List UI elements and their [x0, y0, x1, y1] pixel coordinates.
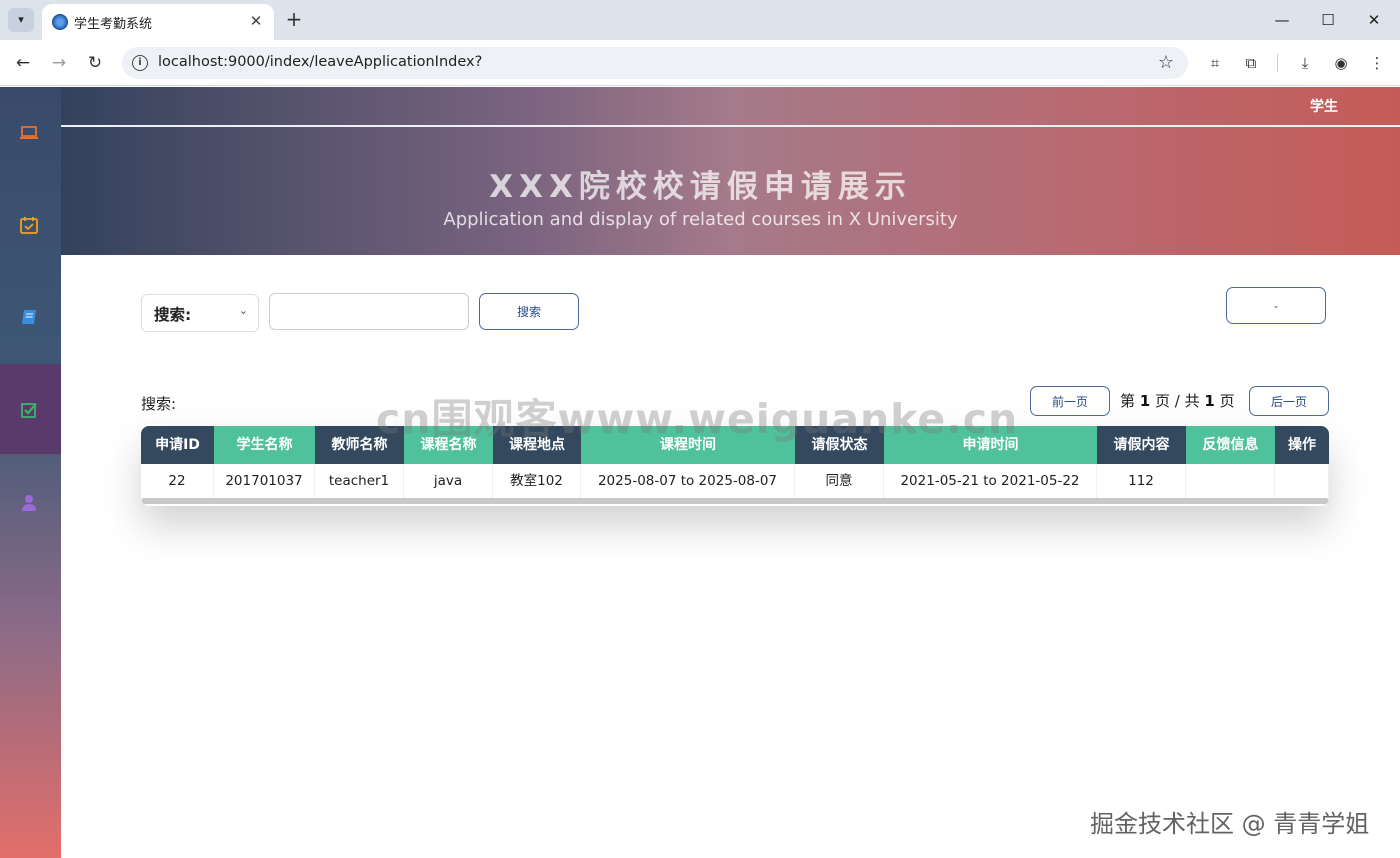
- browser-tab[interactable]: 学生考勤系统 ✕: [42, 4, 274, 40]
- calendar-check-icon: [20, 217, 38, 234]
- column-header: 请假状态: [795, 426, 884, 464]
- site-info-icon[interactable]: i: [132, 55, 148, 71]
- browser-toolbar: ← → ↻ i localhost:9000/index/leaveApplic…: [0, 40, 1400, 86]
- page-subtitle: Application and display of related cours…: [443, 209, 958, 230]
- reload-icon[interactable]: ↻: [82, 50, 108, 76]
- column-header: 教师名称: [315, 426, 404, 464]
- search-button[interactable]: 搜索: [479, 293, 579, 330]
- minimize-window-icon[interactable]: —: [1262, 6, 1302, 34]
- leave-table: 申请ID 学生名称 教师名称 课程名称 课程地点 课程时间 请假状态 申请时间 …: [141, 426, 1329, 506]
- new-tab-icon[interactable]: +: [282, 8, 306, 32]
- close-window-icon[interactable]: ✕: [1354, 6, 1394, 34]
- sidebar: [0, 87, 61, 858]
- browser-menu-icon[interactable]: ⋮: [1366, 52, 1388, 74]
- header-divider: [61, 125, 1400, 127]
- cell-teacher-name: teacher1: [315, 464, 404, 498]
- address-bar[interactable]: i localhost:9000/index/leaveApplicationI…: [122, 47, 1188, 79]
- column-header: 申请ID: [141, 426, 214, 464]
- column-header: 申请时间: [884, 426, 1097, 464]
- close-tab-icon[interactable]: ✕: [246, 11, 266, 31]
- column-header: 请假内容: [1097, 426, 1186, 464]
- forward-arrow-icon[interactable]: →: [46, 50, 72, 76]
- watermark-corner: 掘金技术社区 @ 青青学姐: [1090, 810, 1370, 838]
- current-page: 1: [1139, 392, 1151, 410]
- table-header-row: 申请ID 学生名称 教师名称 课程名称 课程地点 课程时间 请假状态 申请时间 …: [141, 426, 1329, 464]
- next-page-button[interactable]: 后一页: [1249, 386, 1329, 416]
- cell-application-time: 2021-05-21 to 2021-05-22: [884, 464, 1097, 498]
- column-header: 反馈信息: [1186, 426, 1275, 464]
- url-text[interactable]: localhost:9000/index/leaveApplicationInd…: [158, 54, 482, 70]
- download-icon[interactable]: ⤓: [1294, 52, 1316, 74]
- screenshot-crop-icon[interactable]: ⌗: [1204, 52, 1226, 74]
- column-header: 课程名称: [404, 426, 493, 464]
- tab-search-dropdown-icon[interactable]: ▾: [8, 8, 34, 32]
- checkbox-icon: [21, 403, 37, 418]
- sidebar-item-profile[interactable]: [0, 457, 61, 547]
- page-title: XXX院校校请假申请展示: [489, 169, 912, 205]
- page-header: 学生 XXX院校校请假申请展示 Application and display …: [61, 87, 1400, 255]
- book-icon: [22, 310, 36, 324]
- tab-title: 学生考勤系统: [74, 17, 153, 32]
- table-row[interactable]: 22 201701037 teacher1 java 教室102 2025-08…: [141, 464, 1329, 498]
- site-favicon-icon: [52, 14, 68, 30]
- chevron-down-icon: ⌄: [238, 304, 248, 317]
- sidebar-item-courses[interactable]: [0, 87, 61, 177]
- page-suffix: 页: [1214, 392, 1235, 410]
- maximize-window-icon[interactable]: ☐: [1308, 6, 1348, 34]
- cell-application-id: 22: [141, 464, 214, 498]
- user-role-label[interactable]: 学生: [1310, 96, 1338, 116]
- search-label: 搜索:: [141, 395, 177, 413]
- cell-student-name: 201701037: [214, 464, 315, 498]
- total-pages: 1: [1204, 392, 1215, 410]
- cell-course-location: 教室102: [493, 464, 581, 498]
- cell-leave-status: 同意: [795, 464, 884, 498]
- search-field-select[interactable]: 搜索: ⌄: [141, 294, 259, 332]
- toolbar-divider: [1277, 54, 1278, 72]
- extensions-puzzle-icon[interactable]: ⧉: [1240, 52, 1262, 74]
- sidebar-item-leave[interactable]: [0, 364, 61, 454]
- profile-avatar-icon[interactable]: ◉: [1330, 52, 1352, 74]
- bookmark-star-icon[interactable]: ☆: [1158, 52, 1174, 73]
- cell-course-name: java: [404, 464, 493, 498]
- sidebar-item-attendance[interactable]: [0, 179, 61, 269]
- search-select-label: 搜索:: [154, 306, 192, 324]
- column-header: 课程地点: [493, 426, 581, 464]
- back-arrow-icon[interactable]: ←: [10, 50, 36, 76]
- sidebar-item-books[interactable]: [0, 271, 61, 361]
- search-input[interactable]: [269, 293, 469, 330]
- cell-actions[interactable]: [1275, 464, 1329, 498]
- cell-leave-content: 112: [1097, 464, 1186, 498]
- table-horizontal-scrollbar[interactable]: [141, 498, 1329, 504]
- page-prefix: 第: [1120, 392, 1140, 410]
- column-header: 学生名称: [214, 426, 315, 464]
- browser-tab-bar: ▾ 学生考勤系统 ✕ + — ☐ ✕: [0, 0, 1400, 40]
- cell-feedback: [1186, 464, 1275, 498]
- laptop-icon: [20, 126, 38, 139]
- cell-course-time: 2025-08-07 to 2025-08-07: [581, 464, 795, 498]
- page-mid: 页 / 共: [1150, 392, 1205, 410]
- column-header: 课程时间: [581, 426, 795, 464]
- prev-page-button[interactable]: 前一页: [1030, 386, 1110, 416]
- dash-button[interactable]: -: [1226, 287, 1326, 324]
- column-header: 操作: [1275, 426, 1329, 464]
- page-indicator: 第 1 页 / 共 1 页: [1120, 390, 1235, 411]
- user-icon: [22, 495, 36, 511]
